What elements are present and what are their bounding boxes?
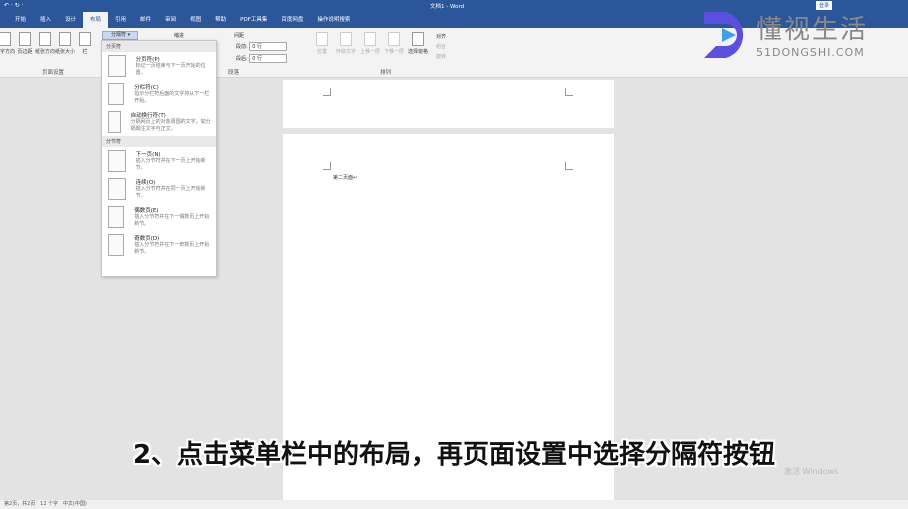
- break-icon: [108, 55, 126, 77]
- rotate-button[interactable]: 旋转: [436, 52, 446, 62]
- spacing-after-input[interactable]: 0 行: [249, 54, 288, 63]
- tab-10[interactable]: 百度网盘: [274, 12, 310, 28]
- menu-item[interactable]: 下一页(N) 插入分节符并在下一页上开始新节。: [102, 147, 216, 175]
- language[interactable]: 中文(中国): [63, 501, 87, 507]
- break-icon: [108, 83, 125, 105]
- watermark-logo: 懂视生活 51DONGSHI.COM: [700, 8, 868, 60]
- break-icon: [108, 206, 125, 228]
- indent-label: 缩进: [174, 33, 185, 39]
- page-icon: [19, 32, 31, 46]
- tab-4[interactable]: 引用: [108, 12, 133, 28]
- tab-1[interactable]: 插入: [33, 12, 58, 28]
- menu-item[interactable]: 自动换行符(T) 分隔网页上的对象周围的文字，如分隔题注文字与正文。: [102, 108, 216, 136]
- align-button[interactable]: 对齐: [436, 32, 446, 42]
- status-bar: 第2页，共2页 12 个字 中文(中国): [0, 500, 908, 509]
- logo-icon: [704, 12, 744, 58]
- arrange-icon: [316, 32, 328, 46]
- breaks-dropdown-menu: 分页符 分页符(P) 标记一页结束与下一页开始的位置。 分栏符(C) 指示分栏符后面的文…: [101, 40, 217, 277]
- page-setup-button-1[interactable]: 页边距: [14, 32, 36, 55]
- tab-7[interactable]: 视图: [183, 12, 208, 28]
- tab-11[interactable]: 操作说明搜索: [310, 12, 357, 28]
- arrange-icon: [388, 32, 400, 46]
- tab-2[interactable]: 设计: [58, 12, 83, 28]
- spacing-before-input[interactable]: 0 行: [249, 42, 288, 51]
- menu-item[interactable]: 连续(O) 插入分节符并在同一页上开始新节。: [102, 175, 216, 203]
- arrange-icon: [412, 32, 424, 46]
- arrange-button-3[interactable]: 下移一层: [382, 32, 406, 55]
- tab-6[interactable]: 审阅: [158, 12, 183, 28]
- arrange-icon: [340, 32, 352, 46]
- page-icon: [79, 32, 91, 46]
- tab-3[interactable]: 布局: [83, 12, 109, 28]
- break-icon: [108, 178, 126, 200]
- breaks-button[interactable]: 分隔符 ▾: [102, 31, 138, 40]
- tab-0[interactable]: 开始: [8, 12, 33, 28]
- break-icon: [108, 150, 126, 172]
- page-count[interactable]: 第2页，共2页: [4, 501, 35, 507]
- arrange-button-0[interactable]: 位置: [310, 32, 334, 55]
- arrange-group-label: 排列: [380, 70, 392, 76]
- arrange-button-4[interactable]: 选择窗格: [406, 32, 430, 55]
- page-setup-group-label: 页面设置: [42, 70, 65, 76]
- group-button[interactable]: 组合: [436, 42, 446, 52]
- tab-5[interactable]: 邮件: [133, 12, 158, 28]
- page-icon: [59, 32, 71, 46]
- page-icon: [0, 32, 11, 46]
- word-count[interactable]: 12 个字: [40, 501, 58, 507]
- spacing-label: 间距: [234, 33, 245, 39]
- menu-section-header: 分页符: [102, 41, 216, 52]
- arrange-button-1[interactable]: 环绕文字: [334, 32, 358, 55]
- window-title: 文档1 - Word: [430, 4, 465, 10]
- tab-8[interactable]: 帮助: [208, 12, 233, 28]
- page-2-text: 第二页面↵: [333, 175, 358, 181]
- page-setup-button-3[interactable]: 纸张大小: [54, 32, 76, 55]
- subtitle-caption: 2、点击菜单栏中的布局，再页面设置中选择分隔符按钮: [132, 440, 776, 470]
- menu-item[interactable]: 分页符(P) 标记一页结束与下一页开始的位置。: [102, 52, 216, 80]
- page-icon: [39, 32, 51, 46]
- quick-access-toolbar[interactable]: ↶ · ↻ ·: [4, 2, 24, 9]
- arrange-icon: [364, 32, 376, 46]
- break-icon: [108, 111, 121, 133]
- page-setup-button-2[interactable]: 纸张方向: [34, 32, 56, 55]
- paragraph-group-label: 段落: [228, 70, 240, 76]
- break-icon: [108, 234, 125, 256]
- page-setup-button-4[interactable]: 栏: [74, 32, 96, 55]
- menu-item[interactable]: 奇数页(D) 插入分节符并在下一奇数页上开始新节。: [102, 231, 216, 259]
- menu-item[interactable]: 分栏符(C) 指示分栏符后面的文字将从下一栏开始。: [102, 80, 216, 108]
- page-1[interactable]: [283, 80, 614, 128]
- arrange-button-2[interactable]: 上移一层: [358, 32, 382, 55]
- tab-9[interactable]: PDF工具集: [233, 12, 274, 28]
- menu-item[interactable]: 偶数页(E) 插入分节符并在下一偶数页上开始新节。: [102, 203, 216, 231]
- menu-section-header: 分节符: [102, 136, 216, 147]
